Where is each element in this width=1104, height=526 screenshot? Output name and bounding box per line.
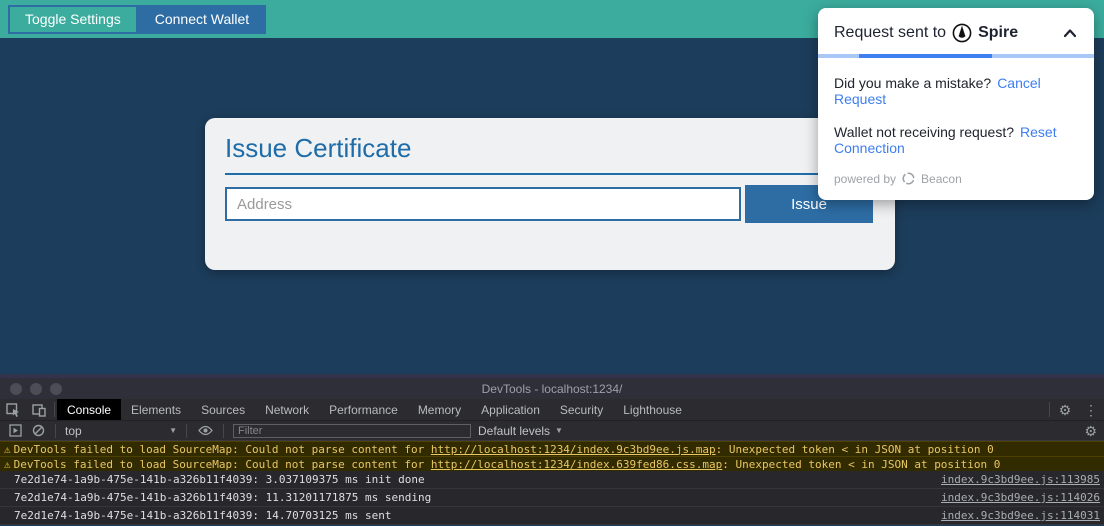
beacon-label: Beacon [921, 171, 962, 186]
log-text: 7e2d1e74-1a9b-475e-141b-a326b11f4039: 14… [14, 509, 392, 522]
beacon-request-modal: Request sent to Spire Did you make a mis… [818, 8, 1094, 200]
log-text: 7e2d1e74-1a9b-475e-141b-a326b11f4039: 3.… [14, 473, 425, 486]
warning-icon: ⚠ [4, 457, 11, 471]
address-input[interactable] [225, 187, 741, 221]
traffic-lights[interactable] [10, 383, 62, 395]
context-label: top [65, 423, 82, 438]
warning-text: DevTools failed to load SourceMap: Could… [13, 442, 431, 456]
log-levels-dropdown[interactable]: Default levels ▼ [478, 424, 563, 438]
devtools-tab[interactable]: Application [471, 399, 550, 420]
console-output: ⚠ DevTools failed to load SourceMap: Coul… [0, 441, 1104, 525]
devtools-window-title: DevTools - localhost:1234/ [481, 381, 623, 396]
dapp-page: Toggle Settings Connect Wallet Issue Cer… [0, 0, 1104, 374]
log-levels-label: Default levels [478, 423, 551, 438]
devtools-window: DevTools - localhost:1234/ Console Elemen… [0, 378, 1104, 525]
console-warning-row: ⚠ DevTools failed to load SourceMap: Coul… [0, 441, 1104, 456]
progress-fill [859, 54, 992, 58]
devtools-tab[interactable]: Memory [408, 399, 471, 420]
issue-certificate-card: Issue Certificate Issue [205, 118, 895, 270]
toolbar-separator [54, 402, 55, 417]
console-warning-row: ⚠ DevTools failed to load SourceMap: Coul… [0, 456, 1104, 471]
request-sent-label: Request sent to [834, 24, 947, 41]
devtools-tab[interactable]: Console [57, 399, 122, 420]
chevron-down-icon: ▼ [555, 426, 563, 435]
warning-text: DevTools failed to load SourceMap: Could… [13, 457, 431, 471]
zoom-window-icon[interactable] [50, 383, 62, 395]
powered-by-row: powered by Beacon [818, 156, 1094, 200]
log-text: 7e2d1e74-1a9b-475e-141b-a326b11f4039: 11… [14, 491, 432, 504]
devtools-tab[interactable]: Network [255, 399, 319, 420]
page-title: Issue Certificate [225, 133, 412, 163]
console-settings-gear-icon[interactable]: ⚙ [1084, 424, 1097, 438]
chevron-up-icon[interactable] [1062, 27, 1078, 39]
log-source-link[interactable]: index.9c3bd9ee.js:114026 [941, 491, 1104, 504]
not-receiving-row: Wallet not receiving request? Reset Conne… [818, 107, 1094, 156]
toolbar-separator [223, 423, 224, 438]
devtools-titlebar: DevTools - localhost:1234/ [0, 378, 1104, 399]
inspect-element-icon[interactable] [0, 399, 26, 420]
powered-by-label: powered by [834, 171, 897, 186]
minimize-window-icon[interactable] [30, 383, 42, 395]
more-options-icon[interactable]: ⋮ [1078, 399, 1104, 420]
modal-header: Request sent to Spire [818, 8, 1094, 54]
context-selector[interactable]: top ▼ [65, 424, 177, 438]
eval-context-icon[interactable] [7, 424, 23, 437]
console-toolbar: top ▼ Default levels ▼ ⚙ [0, 421, 1104, 441]
chevron-down-icon: ▼ [169, 426, 177, 435]
console-log-row: 7e2d1e74-1a9b-475e-141b-a326b11f4039: 11… [0, 489, 1104, 507]
request-progress-bar [818, 54, 1094, 58]
beacon-icon [901, 171, 916, 186]
log-source-link[interactable]: index.9c3bd9ee.js:113985 [941, 473, 1104, 486]
warning-icon: ⚠ [4, 442, 11, 456]
mistake-text: Did you make a mistake? [834, 75, 992, 91]
settings-gear-icon[interactable]: ⚙ [1052, 399, 1078, 420]
devtools-tab[interactable]: Sources [191, 399, 255, 420]
console-filter-input[interactable] [233, 423, 471, 438]
close-window-icon[interactable] [10, 383, 22, 395]
not-receiving-text: Wallet not receiving request? [834, 124, 1015, 140]
log-source-link[interactable]: index.9c3bd9ee.js:114031 [941, 509, 1104, 522]
spire-wallet-icon [952, 23, 972, 43]
toolbar-separator [186, 423, 187, 438]
devtools-tab[interactable]: Lighthouse [613, 399, 692, 420]
title-divider [225, 173, 875, 175]
device-toolbar-icon[interactable] [26, 399, 52, 420]
console-log-row: 7e2d1e74-1a9b-475e-141b-a326b11f4039: 14… [0, 507, 1104, 525]
devtools-tabbar: Console Elements Sources Network Performance… [0, 399, 1104, 421]
devtools-tab[interactable]: Performance [319, 399, 408, 420]
mistake-row: Did you make a mistake? Cancel Request [818, 58, 1094, 107]
sourcemap-link[interactable]: http://localhost:1234/index.9c3bd9ee.js.… [431, 443, 716, 456]
wallet-name: Spire [978, 24, 1019, 41]
live-expression-eye-icon[interactable] [196, 425, 214, 436]
clear-console-icon[interactable] [30, 424, 46, 437]
toggle-settings-button[interactable]: Toggle Settings [8, 4, 138, 34]
console-log-row: 7e2d1e74-1a9b-475e-141b-a326b11f4039: 3.… [0, 471, 1104, 489]
warning-suffix: : Unexpected token < in JSON at position… [715, 442, 994, 456]
devtools-tab[interactable]: Security [550, 399, 613, 420]
toolbar-separator [1049, 402, 1050, 417]
toolbar-separator [55, 423, 56, 438]
connect-wallet-button[interactable]: Connect Wallet [137, 4, 267, 34]
sourcemap-link[interactable]: http://localhost:1234/index.639fed86.css… [431, 458, 722, 471]
devtools-tab[interactable]: Elements [121, 399, 191, 420]
warning-suffix: : Unexpected token < in JSON at position… [722, 457, 1001, 471]
